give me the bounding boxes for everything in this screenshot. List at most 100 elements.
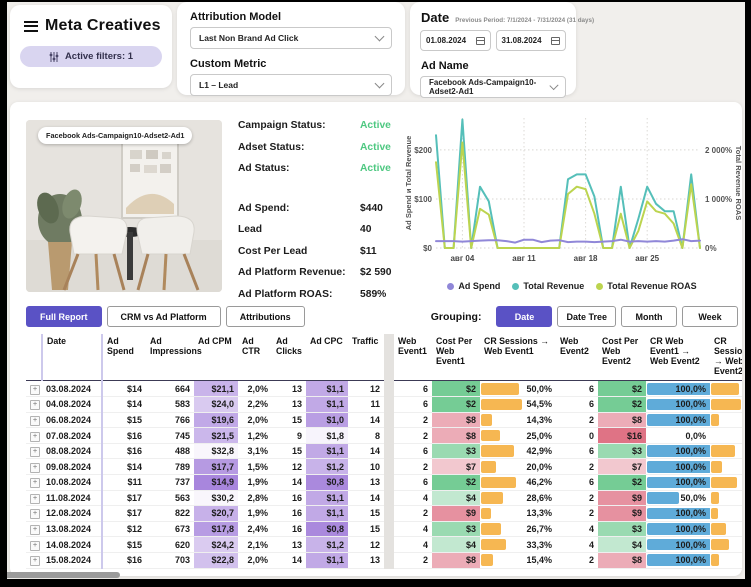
column-header: Web Event1 xyxy=(394,334,432,381)
cell-value: 100,0% xyxy=(675,477,706,487)
table-cell-crw: 100,0% xyxy=(646,459,710,475)
table-cell-cpm: $17,8 xyxy=(194,521,238,537)
horizontal-scrollbar[interactable] xyxy=(7,572,120,578)
stat-value: $440 xyxy=(360,203,406,214)
cell-value: 100,0% xyxy=(675,446,706,456)
tab-full-report[interactable]: Full Report xyxy=(26,306,102,327)
active-filters-chip[interactable]: Active filters: 1 xyxy=(20,46,162,67)
pane-divider xyxy=(384,552,394,568)
stat-label: Lead xyxy=(238,224,262,235)
custom-metric-select[interactable]: L1 – Lead xyxy=(190,74,392,96)
table-cell-crw: 100,0% xyxy=(646,381,710,397)
table-cell-cost1: $4 xyxy=(432,490,480,506)
table-cell-cpm: $24,0 xyxy=(194,397,238,413)
table-cell-we1: 6 xyxy=(394,381,432,397)
stat-label: Ad Platform Revenue: xyxy=(238,267,346,278)
table-cell-cr1: 20,0% xyxy=(480,459,556,475)
table-cell-we2: 6 xyxy=(556,381,598,397)
table-cell-ctr: 2,0% xyxy=(238,381,272,397)
legend-item-total-revenue[interactable]: Total Revenue xyxy=(512,281,584,291)
legend-dot xyxy=(447,283,454,290)
expand-row-icon[interactable]: + xyxy=(30,494,40,504)
legend-item-total-revenue-roas[interactable]: Total Revenue ROAS xyxy=(596,281,696,291)
menu-icon[interactable] xyxy=(24,21,38,32)
table-cell-date: 06.08.2024 xyxy=(42,412,102,428)
pane-divider xyxy=(384,490,394,506)
table-cell-traffic: 14 xyxy=(348,490,384,506)
date-to-value: 31.08.2024 xyxy=(502,36,542,45)
active-filters-label: Active filters: 1 xyxy=(65,51,133,62)
calendar-icon[interactable] xyxy=(476,36,485,45)
expand-row-icon[interactable]: + xyxy=(30,385,40,395)
cell-value: 28,6% xyxy=(526,493,552,503)
date-to-input[interactable]: 31.08.2024 xyxy=(496,30,567,51)
table-cell-crw: 100,0% xyxy=(646,443,710,459)
table-row: +13.08.2024$12673$17,82,4%16$0,8154$326,… xyxy=(26,521,742,537)
column-header: CR Web Event1 → Web Event2 xyxy=(646,334,710,381)
table-cell-clicks: 16 xyxy=(272,506,306,522)
expand-row-icon[interactable]: + xyxy=(30,432,40,442)
column-header: Cost Per Web Event2 xyxy=(598,334,646,381)
table-cell-traffic: 13 xyxy=(348,552,384,568)
expand-cell: + xyxy=(26,459,42,475)
column-spacer xyxy=(26,334,42,381)
table-cell-we1: 4 xyxy=(394,521,432,537)
value-bar xyxy=(481,445,514,457)
table-cell-traffic: 14 xyxy=(348,412,384,428)
table-cell-cr2: 11, xyxy=(710,568,742,569)
table-cell-cpm: $21,1 xyxy=(194,381,238,397)
table-cell-cost2: $9 xyxy=(598,490,646,506)
tab-attributions[interactable]: Attributions xyxy=(226,306,305,327)
table-cell-cost1: $3 xyxy=(432,521,480,537)
svg-text:$200: $200 xyxy=(414,146,432,155)
expand-row-icon[interactable]: + xyxy=(30,463,40,473)
table-cell-traffic: 15 xyxy=(348,521,384,537)
value-bar xyxy=(481,414,492,426)
grouping-date[interactable]: Date xyxy=(496,306,552,327)
tab-crm-vs-ad-platform[interactable]: CRM vs Ad Platform xyxy=(107,306,221,327)
expand-row-icon[interactable]: + xyxy=(30,416,40,426)
table-cell-ad_spend: $14 xyxy=(102,459,146,475)
report-tabs: Full ReportCRM vs Ad PlatformAttribution… xyxy=(26,306,310,327)
grouping-month[interactable]: Month xyxy=(621,306,677,327)
expand-row-icon[interactable]: + xyxy=(30,556,40,566)
expand-row-icon[interactable]: + xyxy=(30,525,40,535)
table-cell-clicks: 15 xyxy=(272,412,306,428)
date-from-input[interactable]: 01.08.2024 xyxy=(420,30,491,51)
value-bar xyxy=(711,383,739,395)
expand-cell: + xyxy=(26,381,42,397)
expand-cell: + xyxy=(26,537,42,553)
value-bar xyxy=(711,445,735,457)
cell-value: 100,0% xyxy=(675,555,706,565)
stat-label: Ad Status: xyxy=(238,163,290,174)
value-bar xyxy=(481,539,506,551)
table-cell-we2: 2 xyxy=(556,459,598,475)
cell-value: 100,0% xyxy=(675,508,706,518)
stat-label: Adset Status: xyxy=(238,142,304,153)
expand-row-icon[interactable]: + xyxy=(30,541,40,551)
table-cell-impressions: 789 xyxy=(146,459,194,475)
ad-name-select[interactable]: Facebook Ads-Campaign10-Adset2-Ad1 xyxy=(420,76,566,98)
table-cell-cost1: $2 xyxy=(432,475,480,491)
table-cell-ad_spend: $17 xyxy=(102,506,146,522)
expand-row-icon[interactable]: + xyxy=(30,509,40,519)
cell-value: 33,3% xyxy=(526,540,552,550)
table-cell-ad_spend: $11 xyxy=(102,475,146,491)
table-cell-ctr: 2,4% xyxy=(238,521,272,537)
pane-divider xyxy=(384,443,394,459)
grouping-week[interactable]: Week xyxy=(682,306,738,327)
table-cell-crw: 100,0% xyxy=(646,506,710,522)
expand-row-icon[interactable]: + xyxy=(30,400,40,410)
expand-row-icon[interactable]: + xyxy=(30,447,40,457)
calendar-icon[interactable] xyxy=(551,36,560,45)
expand-row-icon[interactable]: + xyxy=(30,478,40,488)
table-cell-we2: 2 xyxy=(556,552,598,568)
cell-value: 14,3% xyxy=(526,415,552,425)
legend-dot xyxy=(596,283,603,290)
table-cell-cost1: $8 xyxy=(432,428,480,444)
legend-item-ad-spend[interactable]: Ad Spend xyxy=(447,281,500,291)
attribution-model-select[interactable]: Last Non Brand Ad Click xyxy=(190,27,392,49)
table-cell-traffic: 11 xyxy=(348,397,384,413)
grouping-date-tree[interactable]: Date Tree xyxy=(557,306,616,327)
table-cell-cr2: 14 xyxy=(710,490,742,506)
